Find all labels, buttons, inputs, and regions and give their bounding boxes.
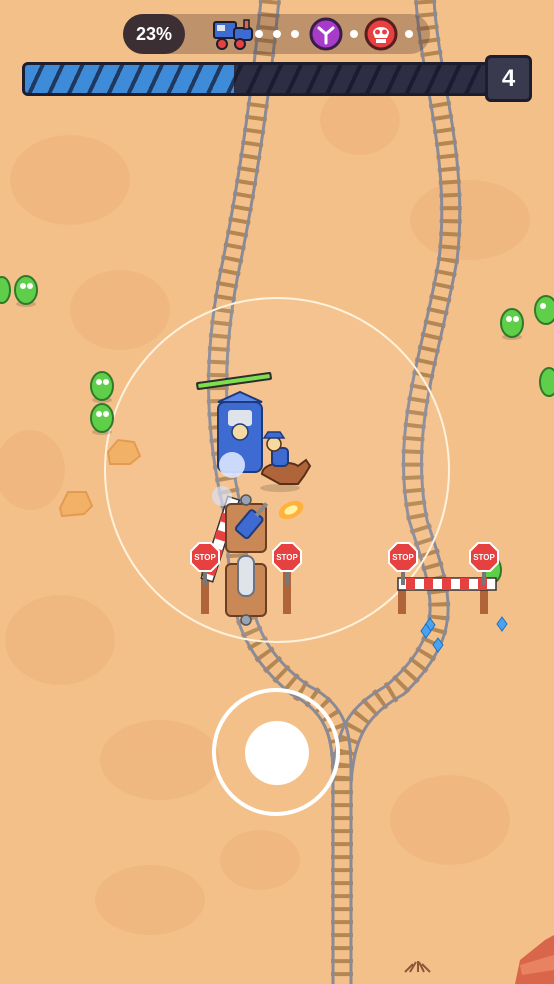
stop-sign-text: STOP — [276, 553, 298, 562]
stop-sign-text: STOP — [194, 553, 216, 562]
dry-bush — [404, 961, 431, 973]
blue-gems — [420, 616, 508, 653]
stage-progress-percent: 23% — [123, 14, 185, 54]
stage-dot — [350, 30, 358, 38]
stage-dot — [273, 30, 281, 38]
purple-boss-icon — [309, 17, 343, 51]
canyon-rock — [515, 935, 554, 984]
zombie-enemy — [90, 371, 114, 403]
wave-progress-bar — [22, 62, 492, 96]
level-counter: 4 — [485, 55, 532, 102]
red-skull-icon — [364, 17, 398, 51]
game-world: STOP STOP STOP STOP — [0, 0, 554, 984]
stage-dot — [405, 30, 413, 38]
zombie-enemy — [90, 403, 114, 435]
stage-dot — [291, 30, 299, 38]
zombie-enemy — [14, 275, 38, 307]
joystick-knob[interactable] — [245, 721, 309, 785]
zombie-enemy — [0, 276, 11, 304]
stage-dot — [255, 30, 263, 38]
zombie-enemy — [500, 308, 524, 340]
turret-wagon — [225, 555, 267, 626]
zombie-enemy — [534, 295, 554, 325]
wave-progress-stripes — [25, 65, 489, 93]
stop-sign-text: STOP — [392, 553, 414, 562]
stop-sign-text: STOP — [473, 553, 495, 562]
zombie-enemy — [539, 367, 554, 397]
locomotive-icon — [213, 19, 253, 50]
gun-wagon — [225, 494, 269, 553]
